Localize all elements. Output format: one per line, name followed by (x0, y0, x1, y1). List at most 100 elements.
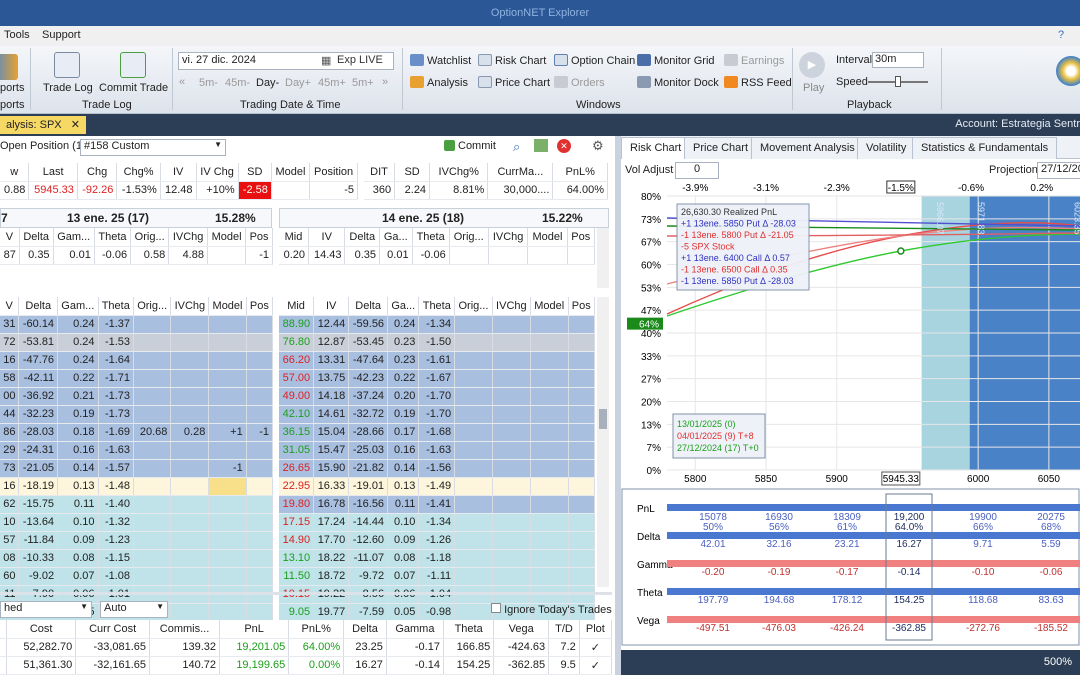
tab-statistics[interactable]: Statistics & Fundamentals (912, 137, 1058, 159)
monitor-dock-button[interactable]: Monitor Dock (637, 76, 719, 89)
chain-row[interactable]: 00 -36.92 0.21 -1.73 (0, 387, 274, 406)
commit-trade-icon[interactable] (120, 52, 146, 78)
column-header: IV (313, 297, 350, 316)
greek-label: PnL (637, 504, 655, 515)
chain-row[interactable]: 57 -11.84 0.09 -1.23 (0, 531, 274, 550)
menu-tools[interactable]: Tools (4, 29, 30, 41)
exp-live-button[interactable]: Exp LIVE (337, 54, 383, 66)
step-5m-minus[interactable]: 5m- (199, 77, 218, 89)
step-5m-plus[interactable]: 5m+ (352, 77, 374, 89)
tab-risk-chart[interactable]: Risk Chart (621, 137, 691, 159)
price-chart-button[interactable]: Price Chart (478, 76, 550, 89)
export-icon[interactable] (534, 139, 548, 152)
chain-row[interactable]: 73 -21.05 0.14 -1.57 -1 (0, 459, 274, 478)
trade-log-button[interactable]: Trade Log (43, 82, 93, 94)
step-forward-icon[interactable]: » (382, 76, 388, 88)
help-icon[interactable]: ? (1058, 29, 1064, 41)
projection-date-field[interactable]: 27/12/20 (1037, 162, 1080, 179)
risk-chart-button[interactable]: Risk Chart (478, 54, 546, 67)
orders-button[interactable]: Orders (554, 76, 605, 89)
step-45m-minus[interactable]: 45m- (225, 77, 250, 89)
chain-cell: 0.24 (387, 315, 420, 334)
delete-icon[interactable]: ✕ (557, 139, 571, 153)
step-back-icon[interactable]: « (179, 76, 185, 88)
menu-support[interactable]: Support (42, 29, 81, 41)
expiry-scrollbar[interactable] (597, 228, 609, 288)
step-45m-plus[interactable]: 45m+ (318, 77, 346, 89)
totals-row[interactable]: 52,282.70 -33,081.65 139.32 19,201.05 64.00%… (0, 638, 613, 657)
cell: -33,081.65 (75, 638, 151, 657)
chain-row[interactable]: 11.50 18.72 -9.72 0.07 -1.11 (279, 567, 596, 586)
chain-row[interactable]: 49.00 14.18 -37.24 0.20 -1.70 (279, 387, 596, 406)
chain-row[interactable]: 44 -32.23 0.19 -1.73 (0, 405, 274, 424)
chain-row[interactable]: 88.90 12.44 -59.56 0.24 -1.34 (279, 315, 596, 334)
position-select[interactable]: #158 Custom ▼ (80, 139, 226, 156)
chain-cell: -15.75 (18, 495, 59, 514)
chain-row[interactable]: 36.15 15.04 -28.66 0.17 -1.68 (279, 423, 596, 442)
chain-row[interactable]: 31 -60.14 0.24 -1.37 (0, 315, 274, 334)
risk-chart[interactable]: 80% 73% 67% 60% 53% 47% 40% 33% 27% 20% 13% 7% 0% 580… (621, 180, 1080, 486)
chain-row[interactable]: 31.05 15.47 -25.03 0.16 -1.63 (279, 441, 596, 460)
commit-trade-button[interactable]: Commit Trade (99, 82, 168, 94)
greek-value: -0.06 (1040, 567, 1063, 578)
chain-scrollbar[interactable] (597, 297, 609, 587)
totals-row[interactable]: 51,361.30 -32,161.65 140.72 19,199.65 0.00% 1… (0, 656, 613, 675)
step-day-plus[interactable]: Day+ (285, 77, 311, 89)
chain-cell (170, 351, 210, 370)
chain-row[interactable]: 60 -9.02 0.07 -1.08 (0, 567, 274, 586)
analysis-button[interactable]: Analysis (410, 76, 468, 89)
chain-row[interactable]: 22.95 16.33 -19.01 0.13 -1.49 (279, 477, 596, 496)
chain-row[interactable]: 13.10 18.22 -11.07 0.08 -1.18 (279, 549, 596, 568)
chain-row[interactable]: 10 -13.64 0.10 -1.32 (0, 513, 274, 532)
reports-icon[interactable] (0, 54, 18, 80)
chain-row[interactable]: 16 -47.76 0.24 -1.64 (0, 351, 274, 370)
auto-select[interactable]: Auto ▼ (100, 601, 168, 618)
vol-adjust-input[interactable]: 0 (675, 162, 719, 179)
chain-row[interactable]: 58 -42.11 0.22 -1.71 (0, 369, 274, 388)
chain-row[interactable]: 29 -24.31 0.16 -1.63 (0, 441, 274, 460)
chain-row[interactable]: 08 -10.33 0.08 -1.15 (0, 549, 274, 568)
rss-feed-button[interactable]: RSS Feed (724, 76, 792, 89)
speed-slider-thumb[interactable] (895, 76, 901, 87)
chain-row[interactable]: 62 -15.75 0.11 -1.40 (0, 495, 274, 514)
calendar-icon[interactable]: ▦ (321, 54, 331, 67)
search-icon[interactable]: ⌕ (513, 139, 520, 155)
chain-row[interactable]: 76.80 12.87 -53.45 0.23 -1.50 (279, 333, 596, 352)
option-chain-button[interactable]: Option Chain (554, 54, 635, 67)
tab-price-chart[interactable]: Price Chart (684, 137, 758, 159)
play-button[interactable]: Play (803, 82, 824, 94)
interval-select[interactable]: 30m (872, 52, 924, 68)
reports-button[interactable]: ports (0, 82, 24, 94)
chain-row[interactable]: 19.80 16.78 -16.56 0.11 -1.41 (279, 495, 596, 514)
trade-log-icon[interactable] (54, 52, 80, 78)
analysis-spx-tab[interactable]: alysis: SPX ✕ (0, 116, 86, 134)
step-day-minus[interactable]: Day- (256, 77, 279, 89)
chain-row[interactable]: 26.65 15.90 -21.82 0.14 -1.56 (279, 459, 596, 478)
commit-button[interactable]: Commit (444, 140, 496, 152)
trading-date-field[interactable]: vi. 27 dic. 2024 ▦ Exp LIVE (178, 52, 394, 70)
chain-cell: 0.11 (57, 495, 99, 514)
chain-row[interactable]: 72 -53.81 0.24 -1.53 (0, 333, 274, 352)
column-header: Orig... (130, 228, 170, 247)
chain-row[interactable]: 16 -18.19 0.13 -1.48 (0, 477, 274, 496)
watchlist-button[interactable]: Watchlist (410, 54, 471, 67)
play-icon[interactable]: ▶ (799, 52, 825, 78)
chain-row[interactable]: 17.15 17.24 -14.44 0.10 -1.34 (279, 513, 596, 532)
close-tab-icon[interactable]: ✕ (71, 119, 80, 131)
left-select[interactable]: hed ▼ (0, 601, 92, 618)
chain-cell (492, 369, 531, 388)
gear-icon[interactable]: ⚙ (592, 138, 604, 154)
chain-cell (454, 459, 493, 478)
ignore-today-checkbox[interactable]: Ignore Today's Trades (491, 603, 612, 616)
chain-row[interactable]: 86 -28.03 0.18 -1.69 20.68 0.28 +1 -1 (0, 423, 274, 442)
chain-row[interactable]: 14.90 17.70 -12.60 0.09 -1.26 (279, 531, 596, 550)
earnings-button[interactable]: Earnings (724, 54, 784, 67)
chain-row[interactable]: 66.20 13.31 -47.64 0.23 -1.61 (279, 351, 596, 370)
chain-cell (170, 441, 210, 460)
tab-movement-analysis[interactable]: Movement Analysis (751, 137, 864, 159)
chain-row[interactable]: 57.00 13.75 -42.23 0.22 -1.67 (279, 369, 596, 388)
chain-row[interactable]: 42.10 14.61 -32.72 0.19 -1.70 (279, 405, 596, 424)
tab-volatility[interactable]: Volatility (857, 137, 916, 159)
trade-log-group-label: Trade Log (82, 99, 132, 111)
monitor-grid-button[interactable]: Monitor Grid (637, 54, 715, 67)
